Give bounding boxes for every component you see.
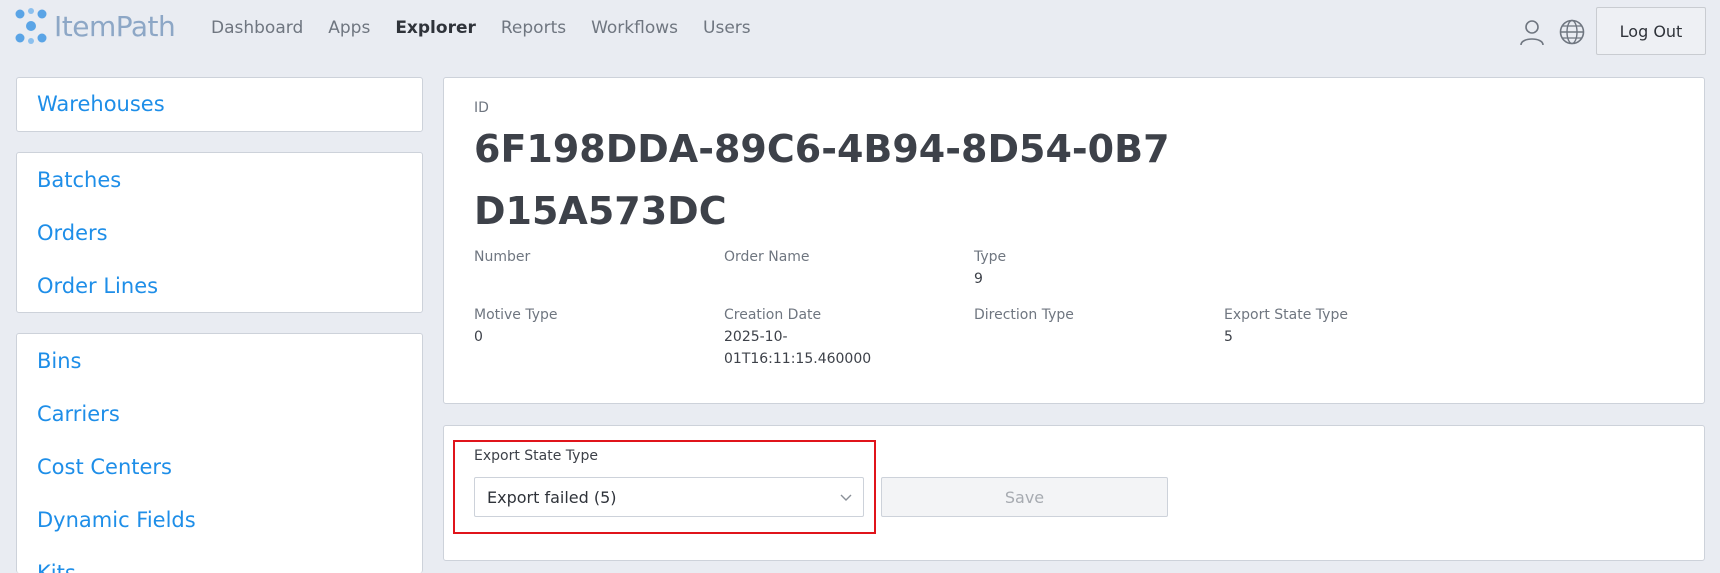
export-state-select[interactable]: Export failed (5)	[474, 477, 864, 517]
type-value: 9	[974, 271, 983, 287]
nav-workflows[interactable]: Workflows	[591, 18, 678, 38]
export-state-selected-value: Export failed (5)	[487, 487, 617, 507]
nav-reports[interactable]: Reports	[501, 18, 566, 38]
main-nav: Dashboard Apps Explorer Reports Workflow…	[211, 18, 776, 38]
sidebar-item-warehouses[interactable]: Warehouses	[37, 92, 165, 116]
nav-apps[interactable]: Apps	[328, 18, 370, 38]
export-state-form-card: Export State Type Export failed (5) Save	[443, 425, 1705, 561]
sidebar-item-cost-centers[interactable]: Cost Centers	[37, 455, 172, 479]
nav-users[interactable]: Users	[703, 18, 751, 38]
nav-dashboard[interactable]: Dashboard	[211, 18, 303, 38]
order-name-label: Order Name	[724, 249, 810, 265]
export-state-type-value: 5	[1224, 329, 1233, 345]
sidebar-group-orders: Batches Orders Order Lines	[16, 152, 423, 313]
sidebar-item-bins[interactable]: Bins	[37, 349, 82, 373]
sidebar-group-resources: Bins Carriers Cost Centers Dynamic Field…	[16, 333, 423, 573]
sidebar-item-dynamic-fields[interactable]: Dynamic Fields	[37, 508, 196, 532]
sidebar-item-order-lines[interactable]: Order Lines	[37, 274, 158, 298]
export-state-type-label: Export State Type	[1224, 307, 1348, 323]
user-icon[interactable]	[1518, 18, 1546, 46]
order-detail-card: ID 6F198DDA-89C6-4B94-8D54-0B7D15A573DC …	[443, 77, 1705, 404]
number-label: Number	[474, 249, 531, 265]
type-label: Type	[974, 249, 1007, 265]
logo[interactable]: ItemPath	[14, 6, 176, 46]
chevron-down-icon	[840, 494, 852, 501]
nav-explorer[interactable]: Explorer	[395, 18, 476, 38]
motive-type-label: Motive Type	[474, 307, 558, 323]
creation-date-label: Creation Date	[724, 307, 822, 323]
export-state-field-label: Export State Type	[474, 448, 598, 464]
direction-type-label: Direction Type	[974, 307, 1074, 323]
sidebar-item-orders[interactable]: Orders	[37, 221, 108, 245]
sidebar-item-batches[interactable]: Batches	[37, 168, 121, 192]
order-id: 6F198DDA-89C6-4B94-8D54-0B7D15A573DC	[474, 127, 1170, 233]
logo-icon	[15, 8, 47, 44]
logo-text: ItemPath	[54, 9, 176, 43]
id-label: ID	[474, 100, 489, 116]
save-button[interactable]: Save	[881, 477, 1168, 517]
globe-icon[interactable]	[1558, 18, 1586, 46]
creation-date-value-line2: 01T16:11:15.460000	[724, 351, 872, 367]
creation-date-value-line1: 2025-10-	[724, 329, 788, 345]
logout-button[interactable]: Log Out	[1596, 7, 1706, 55]
sidebar-item-carriers[interactable]: Carriers	[37, 402, 120, 426]
sidebar-item-kits[interactable]: Kits	[37, 561, 76, 573]
top-bar: ItemPath Dashboard Apps Explorer Reports…	[0, 0, 1720, 62]
sidebar-group-warehouses: Warehouses	[16, 77, 423, 132]
motive-type-value: 0	[474, 329, 483, 345]
